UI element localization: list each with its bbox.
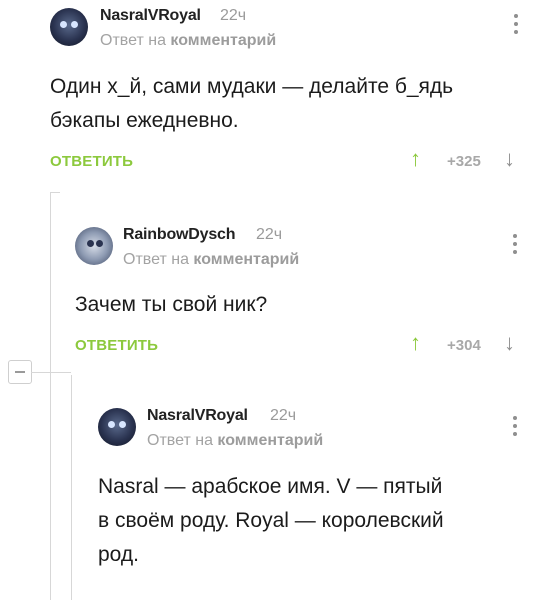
reply-to-prefix: Ответ на [123, 251, 189, 268]
comment-text-line: бэкапы ежедневно. [50, 109, 239, 132]
comment-time: 22ч [256, 226, 283, 243]
comment-text-line: Nasral — арабское имя. V — пятый [98, 475, 443, 498]
reply-to-target: комментарий [170, 32, 277, 49]
reply-to-link[interactable]: Ответ на комментарий [123, 251, 299, 269]
avatar[interactable] [50, 8, 88, 46]
comment-text-line: в своём роду. Royal — королевский [98, 509, 444, 532]
reply-button[interactable]: ОТВЕТИТЬ [50, 153, 133, 170]
reply-to-prefix: Ответ на [147, 432, 213, 449]
comment-text: Зачем ты свой ник? [75, 288, 267, 322]
reply-button[interactable]: ОТВЕТИТЬ [75, 337, 158, 354]
avatar[interactable] [98, 408, 136, 446]
avatar-eye [60, 21, 67, 28]
thread-line-level2 [71, 375, 72, 600]
thread-branch-level2 [31, 372, 71, 373]
thread-branch-level1 [50, 192, 60, 193]
reply-to-target: комментарий [193, 251, 300, 268]
comment-time: 22ч [220, 7, 247, 24]
avatar-eye [119, 421, 126, 428]
comment-text-line: род. [98, 543, 139, 566]
comment-text-line: Один х_й, сами мудаки — делайте б_ядь [50, 75, 454, 98]
comment-time: 22ч [270, 407, 297, 424]
more-vertical-icon[interactable] [512, 234, 518, 258]
arrow-up-icon[interactable]: ↑ [410, 330, 421, 356]
arrow-down-icon[interactable]: ↓ [504, 146, 515, 172]
thread-line-level1 [50, 192, 51, 600]
rating-count: +304 [447, 337, 481, 354]
avatar-eye [87, 240, 94, 247]
avatar-eye [96, 240, 103, 247]
reply-to-link[interactable]: Ответ на комментарий [100, 32, 276, 50]
collapse-minus-icon [15, 371, 25, 373]
rating-count: +325 [447, 153, 481, 170]
reply-to-link[interactable]: Ответ на комментарий [147, 432, 323, 450]
comment-text: Один х_й, сами мудаки — делайте б_ядь бэ… [50, 70, 453, 138]
reply-to-prefix: Ответ на [100, 32, 166, 49]
more-vertical-icon[interactable] [512, 416, 518, 440]
avatar[interactable] [75, 227, 113, 265]
comment-text: Nasral — арабское имя. V — пятый в своём… [98, 470, 444, 572]
comment-username[interactable]: NasralVRoyal [147, 407, 248, 425]
collapse-thread-button[interactable] [8, 360, 32, 384]
avatar-eye [108, 421, 115, 428]
comment-username[interactable]: RainbowDysch [123, 226, 235, 244]
comment-username[interactable]: NasralVRoyal [100, 7, 201, 25]
comment-text-line: Зачем ты свой ник? [75, 293, 268, 316]
more-vertical-icon[interactable] [513, 14, 519, 38]
arrow-up-icon[interactable]: ↑ [410, 146, 421, 172]
arrow-down-icon[interactable]: ↓ [504, 330, 515, 356]
reply-to-target: комментарий [217, 432, 324, 449]
avatar-eye [71, 21, 78, 28]
